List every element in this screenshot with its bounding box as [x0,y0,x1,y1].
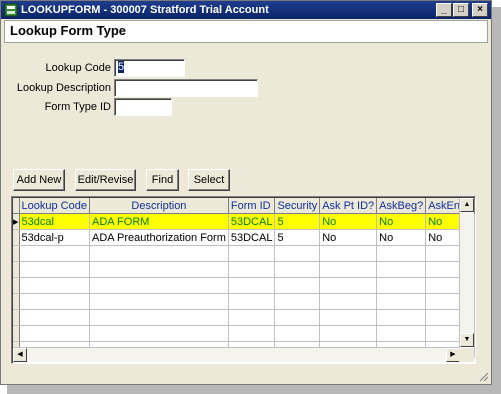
lookup-description-field[interactable] [114,79,258,97]
header-panel: Lookup Form Type [4,20,488,43]
column-header-description[interactable]: Description [89,198,229,214]
column-header-ask-pt-id[interactable]: Ask Pt ID? [319,198,378,214]
scroll-left-icon[interactable]: ◀ [13,348,27,362]
cell-description[interactable]: ADA FORM [89,213,229,230]
cell-lookup-code[interactable]: 53dcal-p [19,229,90,246]
lookup-description-label: Lookup Description [16,82,111,94]
empty-row [13,293,476,310]
lookup-table: Lookup Code Description Form ID Security… [13,198,476,358]
cell-ask-pt-id[interactable]: No [319,213,378,230]
maximize-button[interactable]: □ [453,3,469,17]
horizontal-scrollbar[interactable]: ◀ ▶ [13,347,460,362]
scroll-right-icon[interactable]: ▶ [446,348,460,362]
cell-security[interactable]: 5 [274,229,321,246]
add-new-button[interactable]: Add New [13,169,65,191]
title-bar[interactable]: LOOKUPFORM - 300007 Stratford Trial Acco… [1,1,491,19]
cell-security[interactable]: 5 [274,213,321,230]
empty-row [13,309,476,326]
lookup-code-label: Lookup Code [45,62,111,74]
row-indicator-icon: ▸ [13,213,20,230]
column-header-security[interactable]: Security [274,198,321,214]
table-header-row: Lookup Code Description Form ID Security… [13,198,476,214]
column-header-form-id[interactable]: Form ID [228,198,276,214]
lookup-form-window: LOOKUPFORM - 300007 Stratford Trial Acco… [0,0,492,385]
cell-form-id[interactable]: 53DCAL [228,213,276,230]
table-row[interactable]: 53dcal-p ADA Preauthorization Form 53DCA… [13,229,476,246]
vertical-scrollbar[interactable]: ▲ ▼ [459,198,474,347]
empty-row [13,261,476,278]
cell-lookup-code[interactable]: 53dcal [19,213,90,230]
cell-form-id[interactable]: 53DCAL [228,229,276,246]
page-title: Lookup Form Type [10,23,127,38]
resize-grip-icon[interactable] [477,370,489,382]
edit-revise-button[interactable]: Edit/Revise [75,169,136,191]
cell-ask-beg[interactable]: No [376,213,427,230]
form-type-id-field[interactable] [114,98,172,116]
table-row[interactable]: ▸ 53dcal ADA FORM 53DCAL 5 No No No [13,213,476,230]
scrollbar-corner [459,348,474,362]
lookup-grid[interactable]: Lookup Code Description Form ID Security… [11,196,476,364]
lookup-code-value: 5 [118,61,125,73]
close-button[interactable]: × [472,3,488,17]
cell-ask-beg[interactable]: No [376,229,427,246]
cell-description[interactable]: ADA Preauthorization Form [89,229,229,246]
column-header-lookup-code[interactable]: Lookup Code [19,198,90,214]
empty-row [13,325,476,342]
lookup-code-field[interactable]: 5 [114,59,185,77]
form-type-id-label: Form Type ID [44,101,111,113]
select-button[interactable]: Select [188,169,230,191]
find-button[interactable]: Find [146,169,179,191]
app-icon [4,3,18,17]
column-header-ask-beg[interactable]: AskBeg? [376,198,427,214]
window-title: LOOKUPFORM - 300007 Stratford Trial Acco… [21,4,269,16]
scroll-up-icon[interactable]: ▲ [460,198,474,212]
scroll-down-icon[interactable]: ▼ [460,333,474,347]
cell-ask-pt-id[interactable]: No [319,229,378,246]
empty-row [13,277,476,294]
minimize-button[interactable]: _ [436,3,452,17]
empty-row [13,245,476,262]
